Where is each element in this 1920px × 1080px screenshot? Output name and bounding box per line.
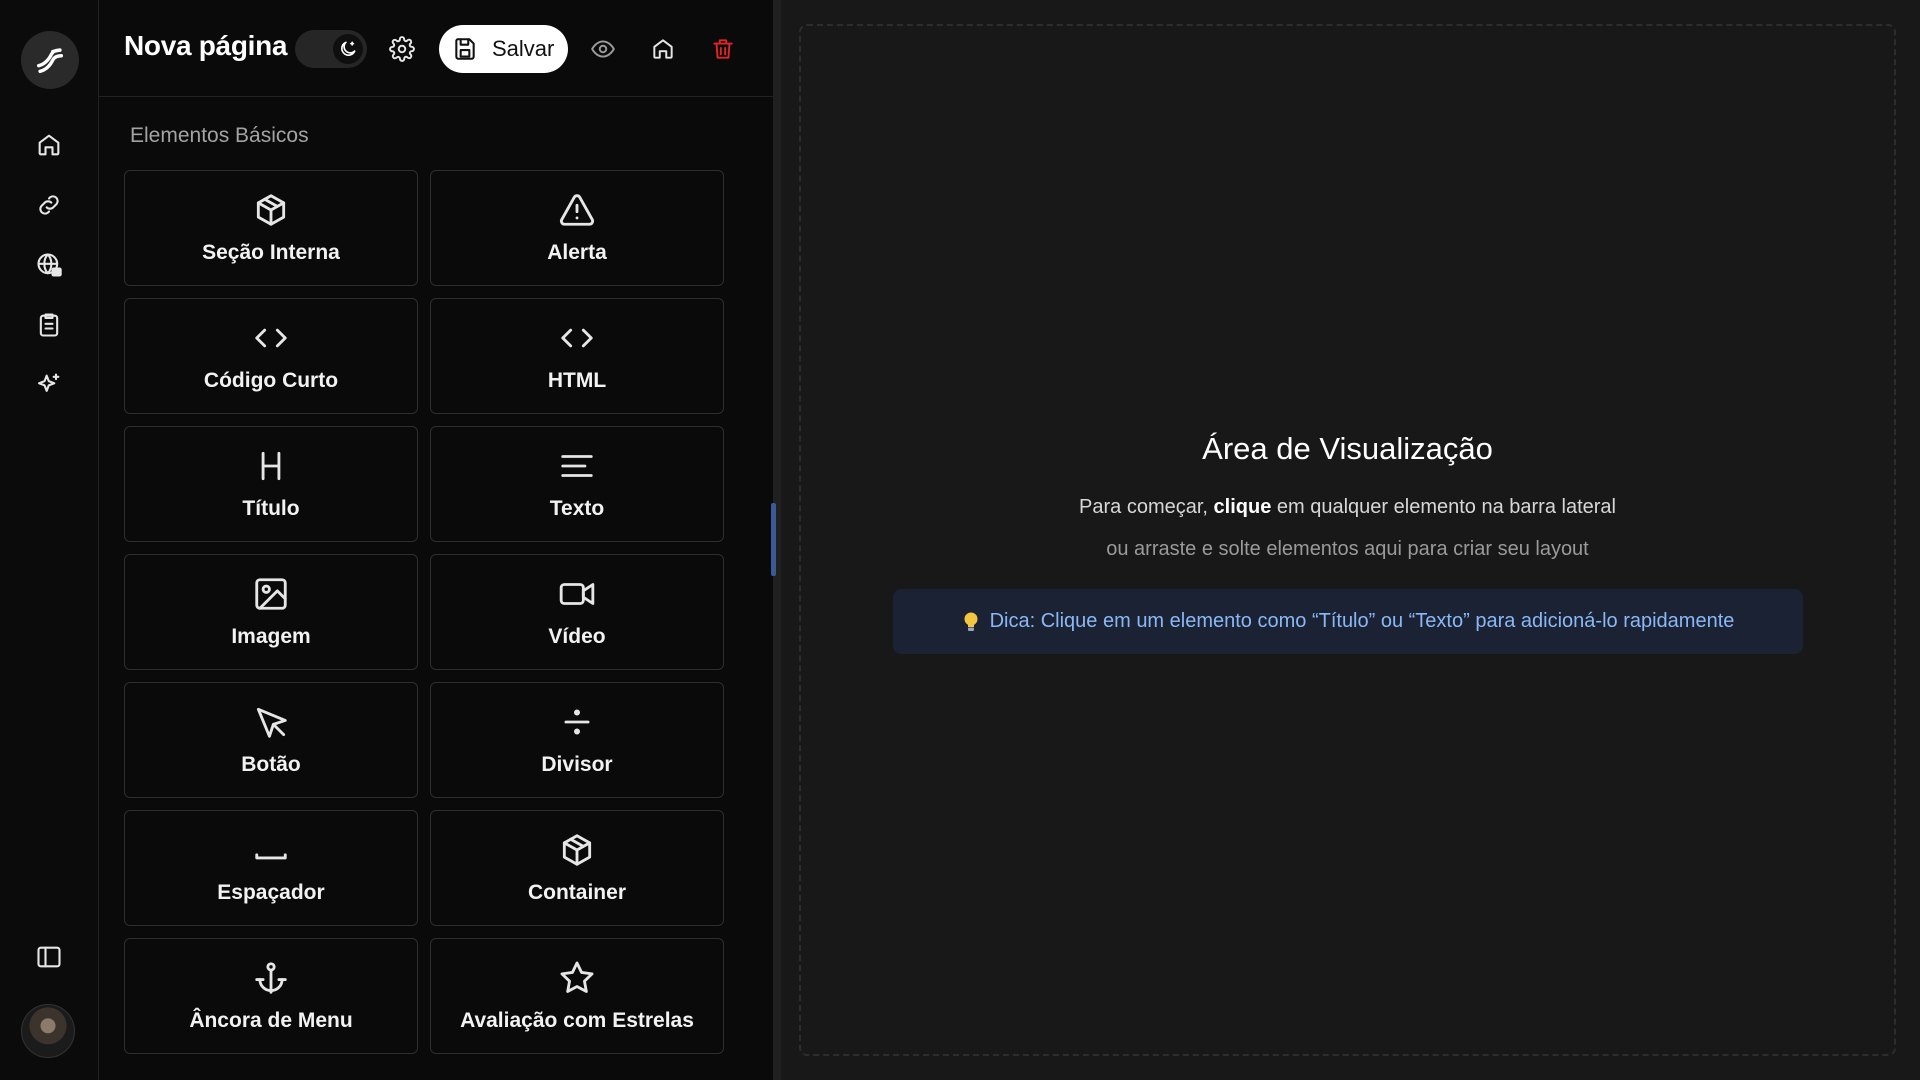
element-card-label: Botão xyxy=(241,753,301,776)
page-title: Nova página xyxy=(124,30,288,61)
element-card-avaliacao-com-estrelas[interactable]: Avaliação com Estrelas xyxy=(430,938,724,1054)
element-card-titulo[interactable]: Título xyxy=(124,426,418,542)
preview-canvas[interactable]: Área de Visualização Para começar, cliqu… xyxy=(799,24,1896,1056)
element-card-label: Espaçador xyxy=(217,881,325,904)
tip-banner: Dica: Clique em um elemento como “Título… xyxy=(893,589,1803,654)
instructions-end: em qualquer elemento na barra lateral xyxy=(1276,496,1616,518)
rail-domains-button[interactable] xyxy=(26,242,72,288)
preview-button[interactable] xyxy=(580,26,626,72)
element-card-label: Código Curto xyxy=(203,369,339,392)
element-card-label: Vídeo xyxy=(548,625,606,648)
element-card-botao[interactable]: Botão xyxy=(124,682,418,798)
home-icon xyxy=(653,39,673,59)
clipboard-icon xyxy=(39,313,59,337)
app-logo[interactable] xyxy=(21,31,79,89)
divide-icon xyxy=(564,709,590,735)
save-button[interactable]: Salvar xyxy=(439,25,568,73)
element-card-label: Imagem xyxy=(231,625,311,648)
element-card-label: Container xyxy=(527,881,626,904)
element-card-ancora-de-menu[interactable]: Âncora de Menu xyxy=(124,938,418,1054)
alert-triangle-icon xyxy=(559,194,595,226)
instructions-start: Para começar, xyxy=(1079,496,1208,518)
element-card-label: Divisor xyxy=(541,753,613,776)
spacer-icon xyxy=(255,853,287,860)
text-lines-icon xyxy=(561,455,593,477)
element-card-imagem[interactable]: Imagem xyxy=(124,554,418,670)
settings-button[interactable] xyxy=(379,26,425,72)
save-button-label: Salvar xyxy=(492,36,555,61)
rail-links-button[interactable] xyxy=(26,182,72,228)
element-card-label: Alerta xyxy=(547,241,607,264)
element-card-html[interactable]: HTML xyxy=(430,298,724,414)
rail-ai-button[interactable] xyxy=(26,362,72,408)
lightbulb-icon xyxy=(964,612,978,631)
elements-grid: Seção Interna Alerta Código Curto HTML T… xyxy=(124,170,724,1054)
element-card-texto[interactable]: Texto xyxy=(430,426,724,542)
gear-icon xyxy=(389,36,415,62)
instructions-emphasis: clique xyxy=(1213,496,1272,518)
section-title: Elementos Básicos xyxy=(130,124,309,147)
app: Nova página Salvar Elementos Básicos Seç… xyxy=(0,0,1920,1080)
box-icon xyxy=(562,834,592,866)
toggle-knob xyxy=(333,34,363,64)
element-card-container[interactable]: Container xyxy=(430,810,724,926)
anchor-icon xyxy=(255,962,287,994)
sparkles-icon xyxy=(38,373,60,392)
star-icon xyxy=(560,961,594,993)
element-card-codigo-curto[interactable]: Código Curto xyxy=(124,298,418,414)
element-card-label: Seção Interna xyxy=(202,241,340,264)
left-rail xyxy=(0,0,99,1080)
video-icon xyxy=(559,583,595,605)
heading-icon xyxy=(261,451,281,481)
image-icon xyxy=(255,578,287,610)
box-icon xyxy=(256,194,286,226)
trash-icon xyxy=(713,39,733,59)
element-card-alerta[interactable]: Alerta xyxy=(430,170,724,286)
home-page-button[interactable] xyxy=(640,26,686,72)
home-icon xyxy=(38,134,60,156)
panel-resize-handle[interactable] xyxy=(771,503,776,576)
preview-instructions-secondary: ou arraste e solte elementos aqui para c… xyxy=(1106,538,1589,560)
editor-toolbar: Nova página Salvar xyxy=(99,0,773,97)
dark-mode-toggle[interactable] xyxy=(295,30,367,68)
tip-text: Dica: Clique em um elemento como “Título… xyxy=(989,610,1735,632)
element-card-secao-interna[interactable]: Seção Interna xyxy=(124,170,418,286)
delete-page-button[interactable] xyxy=(700,26,746,72)
preview-instructions: Para começar, clique em qualquer element… xyxy=(801,496,1894,519)
moon-icon xyxy=(341,41,356,56)
rail-forms-button[interactable] xyxy=(26,302,72,348)
cursor-icon xyxy=(256,707,287,738)
element-card-label: Âncora de Menu xyxy=(189,1009,353,1032)
code-icon xyxy=(561,328,593,348)
sidebar-panel-icon xyxy=(37,946,61,968)
logo-icon xyxy=(36,48,64,74)
toggle-sidebar-button[interactable] xyxy=(26,934,72,980)
element-card-video[interactable]: Vídeo xyxy=(430,554,724,670)
user-avatar[interactable] xyxy=(21,1004,75,1058)
element-card-label: HTML xyxy=(547,369,607,392)
globe-icon xyxy=(37,253,62,277)
save-icon xyxy=(455,38,475,60)
link-icon xyxy=(39,195,59,215)
element-card-label: Avaliação com Estrelas xyxy=(460,1009,694,1032)
eye-icon xyxy=(591,40,615,58)
elements-panel: Nova página Salvar Elementos Básicos Seç… xyxy=(99,0,773,1080)
element-card-espacador[interactable]: Espaçador xyxy=(124,810,418,926)
element-card-label: Título xyxy=(242,497,300,520)
preview-title: Área de Visualização xyxy=(1202,431,1493,466)
code-icon xyxy=(255,328,287,348)
rail-home-button[interactable] xyxy=(26,122,72,168)
element-card-divisor[interactable]: Divisor xyxy=(430,682,724,798)
element-card-label: Texto xyxy=(549,497,605,520)
